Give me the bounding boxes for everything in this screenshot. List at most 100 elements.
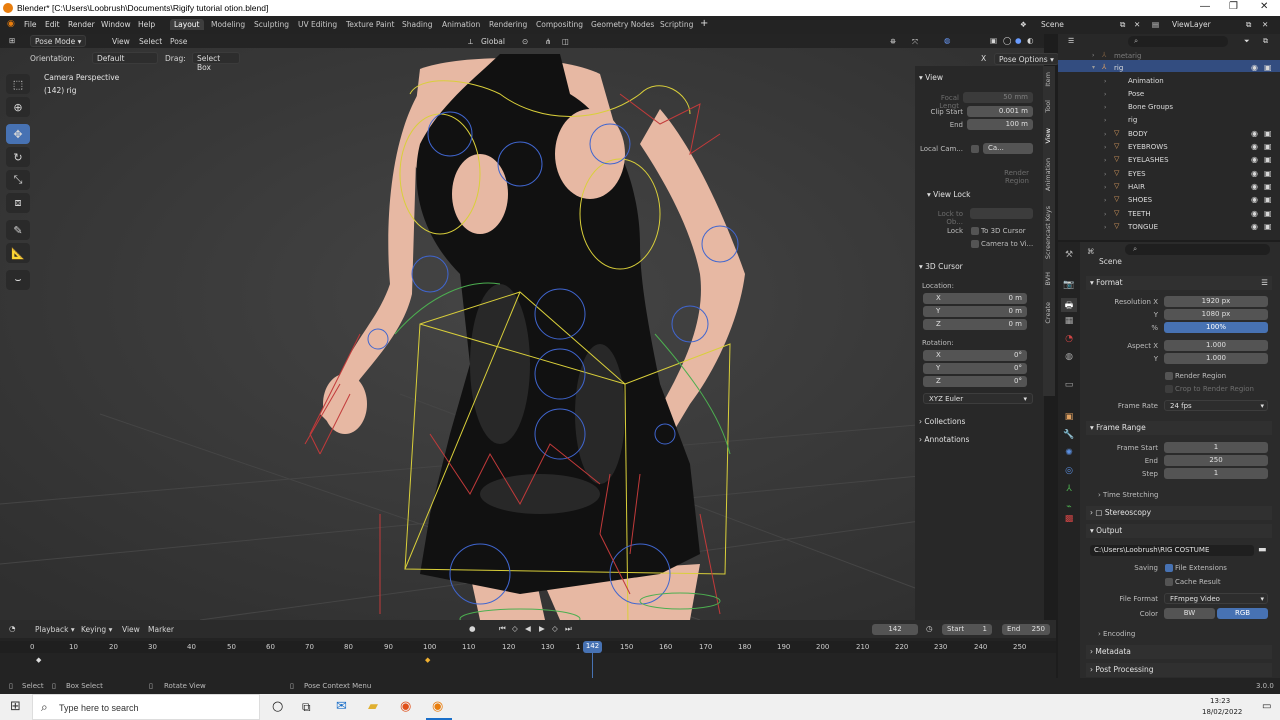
view-layer-icon[interactable]: ▤ xyxy=(1152,20,1159,29)
metadata-section-header[interactable]: › Metadata xyxy=(1086,645,1272,659)
file-explorer-icon[interactable]: ▰ xyxy=(368,699,378,714)
local-camera-checkbox[interactable] xyxy=(971,145,979,153)
rotation-mode-dropdown[interactable]: XYZ Euler ▾ xyxy=(923,393,1033,404)
preview-range-icon[interactable]: ◷ xyxy=(926,624,933,633)
visibility-eye-icon[interactable]: ◉ xyxy=(1251,182,1258,191)
visibility-eye-icon[interactable]: ◉ xyxy=(1251,209,1258,218)
outliner-filter-icon[interactable]: ⏷ xyxy=(1244,37,1250,46)
maximize-icon[interactable]: ❐ xyxy=(1229,1,1238,12)
render-props-icon[interactable]: 📷 xyxy=(1061,280,1077,294)
tab-texture-paint[interactable]: Texture Paint xyxy=(342,19,398,30)
taskbar-search-box[interactable]: ⌕ Type here to search xyxy=(32,694,260,720)
particles-props-icon[interactable]: ✺ xyxy=(1061,448,1077,462)
lock-camera-checkbox[interactable] xyxy=(971,240,979,248)
jump-keyframe-forward-icon[interactable]: ◇ xyxy=(552,624,558,633)
jump-keyframe-back-icon[interactable]: ◇ xyxy=(512,624,518,633)
render-region-toggle[interactable]: Render Region xyxy=(979,169,1029,185)
delete-scene-icon[interactable]: ✕ xyxy=(1134,20,1140,29)
cache-result-checkbox[interactable] xyxy=(1165,578,1173,586)
collection-props-icon[interactable]: ▭ xyxy=(1061,380,1077,394)
cursor-rot-z-field[interactable]: Z 0° xyxy=(923,376,1027,387)
keyframe-icon[interactable]: ◆ xyxy=(425,656,430,664)
solid-shading-icon[interactable]: ● xyxy=(1015,36,1022,45)
new-scene-icon[interactable]: ⧉ xyxy=(1120,20,1125,30)
scale-tool-icon[interactable]: ⤡ xyxy=(6,170,30,190)
outliner-item[interactable]: SHOES xyxy=(1128,196,1152,204)
texture-props-icon[interactable]: ▩ xyxy=(1061,514,1077,528)
play-reverse-icon[interactable]: ◀ xyxy=(525,624,531,633)
visibility-eye-icon[interactable]: ◉ xyxy=(1251,222,1258,231)
frame-start-field[interactable]: 1 xyxy=(1164,442,1268,453)
menu-edit[interactable]: Edit xyxy=(45,20,60,29)
tab-uv-editing[interactable]: UV Editing xyxy=(294,19,341,30)
menu-pose[interactable]: Pose xyxy=(170,37,187,46)
render-camera-icon[interactable]: ▣ xyxy=(1264,182,1272,191)
post-processing-section-header[interactable]: › Post Processing xyxy=(1086,663,1272,677)
scene-browse-icon[interactable]: ❖ xyxy=(1020,20,1027,29)
output-path-field[interactable]: C:\Users\Loobrush\RIG COSTUME xyxy=(1090,545,1254,556)
render-camera-icon[interactable]: ▣ xyxy=(1264,195,1272,204)
tab-item[interactable]: Item xyxy=(1044,72,1054,87)
tab-shading[interactable]: Shading xyxy=(398,19,436,30)
outliner-item[interactable]: TONGUE xyxy=(1128,223,1158,231)
x-mirror-toggle[interactable]: X xyxy=(981,54,986,63)
visibility-eye-icon[interactable]: ◉ xyxy=(1251,155,1258,164)
mode-dropdown[interactable]: Pose Mode ▾ xyxy=(30,35,87,47)
material-shading-icon[interactable]: ◐ xyxy=(1027,36,1034,45)
menu-help[interactable]: Help xyxy=(138,20,155,29)
data-props-icon[interactable]: ⅄ xyxy=(1061,484,1077,498)
outliner-item[interactable]: Bone Groups xyxy=(1128,103,1173,111)
cursor-loc-z-field[interactable]: Z0 m xyxy=(923,319,1027,330)
menu-marker[interactable]: Marker xyxy=(148,625,174,634)
jump-start-icon[interactable]: ⏮ xyxy=(499,624,506,634)
firefox-icon[interactable]: ◉ xyxy=(400,699,411,714)
encoding-section[interactable]: › Encoding xyxy=(1098,630,1135,638)
windows-start-icon[interactable]: ⊞ xyxy=(10,699,21,714)
menu-select[interactable]: Select xyxy=(139,37,162,46)
color-bw-button[interactable]: BW xyxy=(1164,608,1215,619)
task-view-icon[interactable]: ⧉ xyxy=(302,700,311,715)
time-stretching-section[interactable]: › Time Stretching xyxy=(1098,491,1158,499)
frame-range-section-header[interactable]: ▾ Frame Range xyxy=(1086,421,1272,435)
tab-rendering[interactable]: Rendering xyxy=(485,19,531,30)
blender-taskbar-icon[interactable]: ◉ xyxy=(432,699,443,714)
move-tool-icon[interactable]: ✥ xyxy=(6,124,30,144)
view-section-header[interactable]: ▾ View xyxy=(919,73,943,82)
focal-length-field[interactable]: 50 mm xyxy=(963,92,1033,103)
scene-props-icon[interactable]: ◔ xyxy=(1061,334,1077,348)
measure-tool-icon[interactable]: 📐 xyxy=(6,243,30,263)
output-section-header[interactable]: ▾ Output xyxy=(1086,524,1272,538)
outliner-item[interactable]: metarig xyxy=(1114,52,1141,60)
clip-end-field[interactable]: 100 m xyxy=(967,119,1033,130)
auto-keying-icon[interactable]: ● xyxy=(469,624,476,633)
cursor-rot-x-field[interactable]: X 0° xyxy=(923,350,1027,361)
outliner-item[interactable]: Pose xyxy=(1128,90,1144,98)
render-camera-icon[interactable]: ▣ xyxy=(1264,155,1272,164)
properties-search-input[interactable]: ⌕ xyxy=(1125,244,1270,255)
menu-timeline-view[interactable]: View xyxy=(122,625,140,634)
menu-window[interactable]: Window xyxy=(101,20,131,29)
outliner-item[interactable]: EYES xyxy=(1128,170,1146,178)
props-editor-icon[interactable]: ⌘ xyxy=(1087,247,1095,256)
res-pct-field[interactable]: 100% xyxy=(1164,322,1268,333)
step-field[interactable]: 1 xyxy=(1164,468,1268,479)
keyframe-icon[interactable]: ◆ xyxy=(36,656,41,664)
outliner-search-input[interactable]: ⌕ xyxy=(1128,36,1228,47)
play-icon[interactable]: ▶ xyxy=(539,624,545,633)
object-props-icon[interactable]: ▣ xyxy=(1061,412,1077,426)
tab-view[interactable]: View xyxy=(1044,128,1054,143)
select-box-tool-icon[interactable]: ⬚ xyxy=(6,74,30,94)
res-x-field[interactable]: 1920 px xyxy=(1164,296,1268,307)
tool-props-icon[interactable]: ⚒ xyxy=(1061,250,1077,264)
world-props-icon[interactable]: ◍ xyxy=(1061,352,1077,366)
menu-view[interactable]: View xyxy=(112,37,130,46)
transform-tool-icon[interactable]: ⧈ xyxy=(6,193,30,213)
xray-icon[interactable]: ▣ xyxy=(990,36,997,45)
lock-3d-cursor-checkbox[interactable] xyxy=(971,227,979,235)
menu-render[interactable]: Render xyxy=(68,20,95,29)
clip-start-field[interactable]: 0.001 m xyxy=(967,106,1033,117)
tab-create[interactable]: Create xyxy=(1044,302,1054,324)
physics-props-icon[interactable]: ◎ xyxy=(1061,466,1077,480)
annotate-tool-icon[interactable]: ✎ xyxy=(6,220,30,240)
render-camera-icon[interactable]: ▣ xyxy=(1264,142,1272,151)
